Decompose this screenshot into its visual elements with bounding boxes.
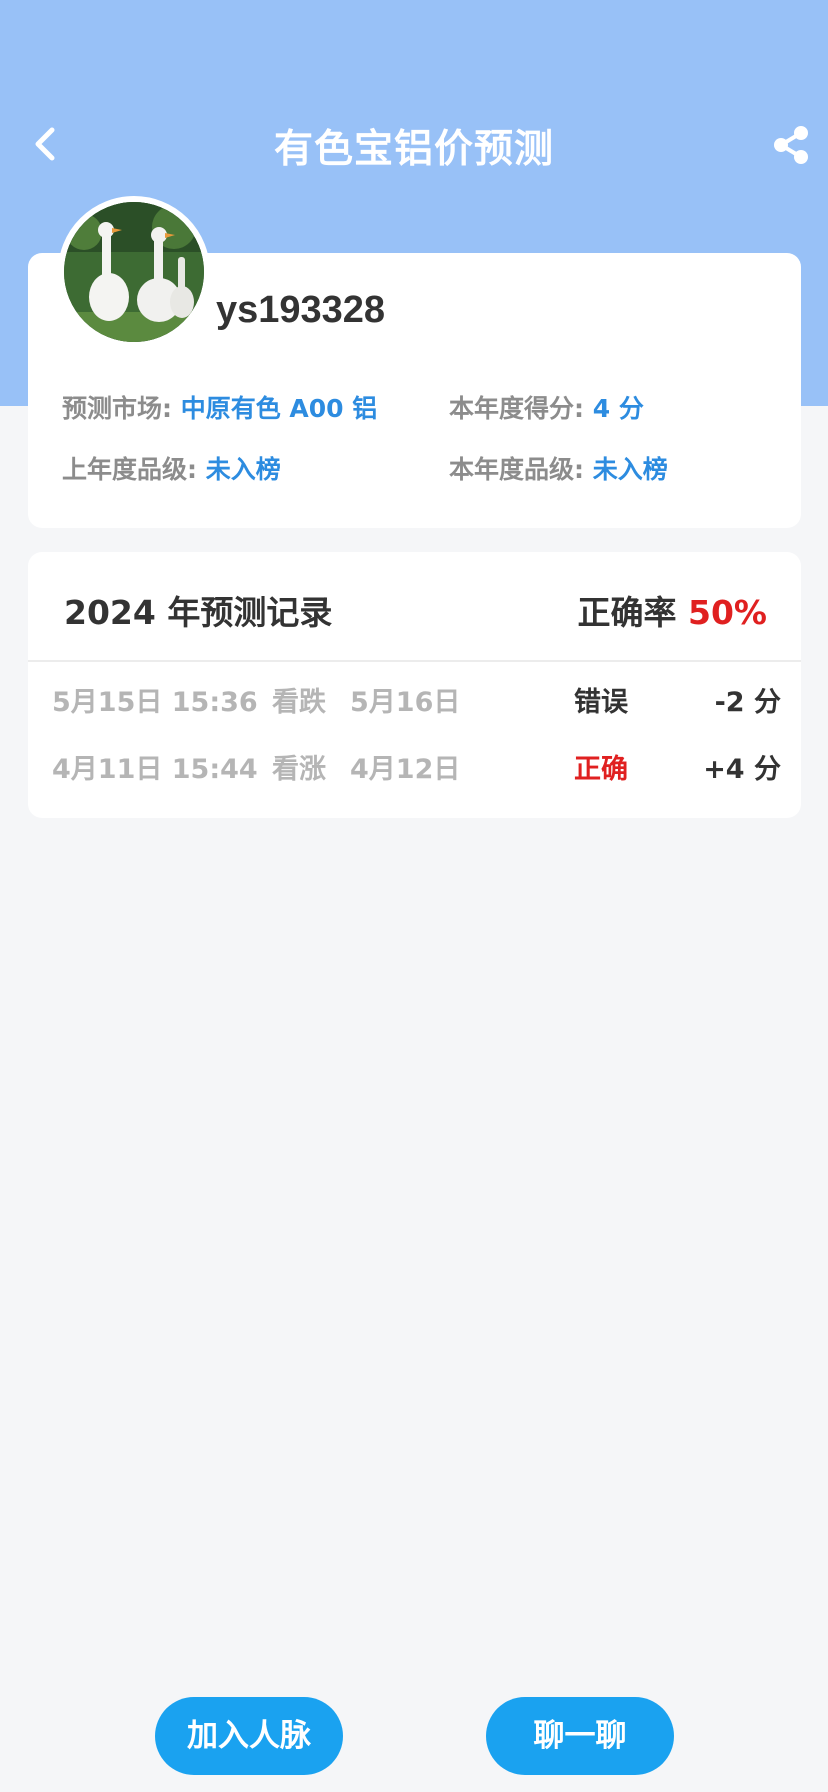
- nav-bar: 有色宝铝价预测: [0, 96, 828, 192]
- page-title: 有色宝铝价预测: [273, 127, 554, 172]
- last-grade-value: 未入榜: [205, 455, 281, 484]
- record-target: 4月12日: [350, 754, 461, 785]
- record-result: 正确: [574, 754, 628, 785]
- divider: [28, 660, 801, 662]
- record-points: -2 分: [714, 687, 781, 718]
- records-card: 2024 年预测记录 正确率 50% 5月15日 15:36 看跌 5月16日 …: [28, 552, 801, 818]
- accuracy-label: 正确率: [577, 593, 677, 632]
- share-icon: [774, 126, 808, 164]
- record-target: 5月16日: [350, 687, 461, 718]
- last-grade-label: 上年度品级:: [62, 455, 197, 484]
- record-direction: 看涨: [272, 754, 326, 785]
- add-contact-button[interactable]: 加入人脉: [155, 1697, 343, 1775]
- score-label: 本年度得分:: [449, 394, 584, 423]
- market-info: 预测市场: 中原有色 A00 铝: [62, 389, 377, 425]
- records-title: 2024 年预测记录: [64, 593, 333, 632]
- record-row: 4月11日 15:44 看涨 4月12日 正确 +4 分: [28, 733, 801, 799]
- username: ys193328: [216, 289, 386, 331]
- accuracy: 正确率 50%: [578, 586, 768, 634]
- avatar[interactable]: [58, 196, 210, 348]
- record-direction: 看跌: [272, 687, 326, 718]
- chat-button[interactable]: 聊一聊: [486, 1697, 674, 1775]
- record-points: +4 分: [703, 754, 781, 785]
- last-grade-info: 上年度品级: 未入榜: [62, 450, 281, 486]
- avatar-image: [64, 202, 204, 342]
- accuracy-value: 50%: [688, 593, 767, 632]
- record-result: 错误: [574, 687, 628, 718]
- score-value: 4 分: [592, 394, 644, 423]
- market-value: 中原有色 A00 铝: [180, 394, 378, 423]
- market-label: 预测市场:: [62, 394, 172, 423]
- grade-value: 未入榜: [592, 455, 668, 484]
- grade-info: 本年度品级: 未入榜: [449, 450, 668, 486]
- record-time: 4月11日 15:44: [52, 754, 258, 785]
- share-button[interactable]: [770, 124, 812, 166]
- score-info: 本年度得分: 4 分: [449, 389, 644, 425]
- record-row: 5月15日 15:36 看跌 5月16日 错误 -2 分: [28, 666, 801, 732]
- grade-label: 本年度品级:: [449, 455, 584, 484]
- record-time: 5月15日 15:36: [52, 687, 258, 718]
